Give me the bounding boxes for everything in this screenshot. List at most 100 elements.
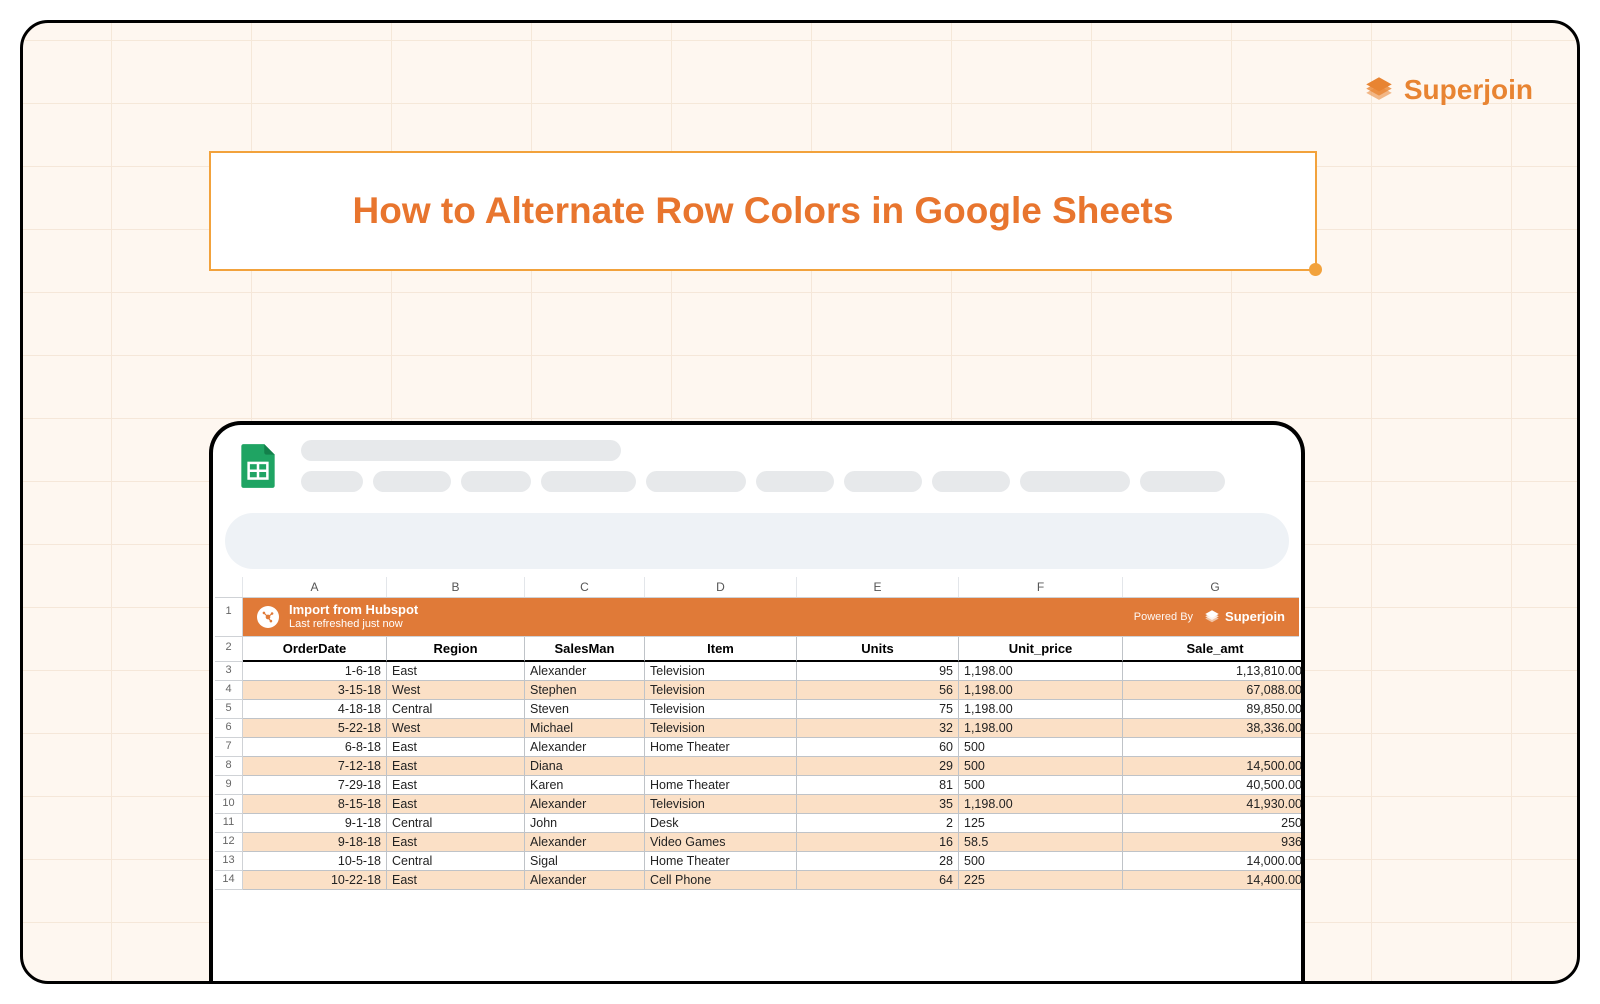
cell[interactable] <box>645 757 797 776</box>
cell[interactable]: Television <box>645 795 797 814</box>
cell[interactable]: 95 <box>797 662 959 681</box>
cell[interactable]: Home Theater <box>645 738 797 757</box>
cell[interactable]: 7-12-18 <box>243 757 387 776</box>
cell[interactable]: 1,198.00 <box>959 700 1123 719</box>
cell[interactable]: 89,850.00 <box>1123 700 1305 719</box>
row-number[interactable]: 10 <box>215 795 243 814</box>
cell[interactable]: 1,198.00 <box>959 662 1123 681</box>
cell[interactable]: 35 <box>797 795 959 814</box>
cell[interactable]: 125 <box>959 814 1123 833</box>
cell[interactable]: 4-18-18 <box>243 700 387 719</box>
column-header[interactable]: D <box>645 577 797 597</box>
cell[interactable]: Alexander <box>525 795 645 814</box>
cell[interactable]: 225 <box>959 871 1123 890</box>
cell[interactable]: 1,198.00 <box>959 795 1123 814</box>
cell[interactable]: Desk <box>645 814 797 833</box>
header-saleamt[interactable]: Sale_amt <box>1123 637 1305 662</box>
cell[interactable]: 500 <box>959 757 1123 776</box>
cell[interactable]: Alexander <box>525 738 645 757</box>
cell[interactable]: Television <box>645 700 797 719</box>
cell[interactable]: East <box>387 662 525 681</box>
cell[interactable]: 500 <box>959 852 1123 871</box>
column-header[interactable]: F <box>959 577 1123 597</box>
cell[interactable]: 64 <box>797 871 959 890</box>
row-number[interactable]: 14 <box>215 871 243 890</box>
cell[interactable]: 29 <box>797 757 959 776</box>
row-number[interactable]: 4 <box>215 681 243 700</box>
cell[interactable]: 14,000.00 <box>1123 852 1305 871</box>
cell[interactable]: 8-15-18 <box>243 795 387 814</box>
cell[interactable]: West <box>387 681 525 700</box>
cell[interactable]: John <box>525 814 645 833</box>
row-number[interactable]: 2 <box>215 637 243 662</box>
cell[interactable]: Television <box>645 719 797 738</box>
cell[interactable]: Diana <box>525 757 645 776</box>
cell[interactable]: East <box>387 738 525 757</box>
cell[interactable]: Sigal <box>525 852 645 871</box>
cell[interactable]: Television <box>645 681 797 700</box>
column-headers[interactable]: ABCDEFG <box>215 577 1299 598</box>
cell[interactable]: 10-5-18 <box>243 852 387 871</box>
cell[interactable]: 60 <box>797 738 959 757</box>
cell[interactable]: 28 <box>797 852 959 871</box>
header-units[interactable]: Units <box>797 637 959 662</box>
cell[interactable]: Steven <box>525 700 645 719</box>
cell[interactable]: Karen <box>525 776 645 795</box>
cell[interactable]: 14,500.00 <box>1123 757 1305 776</box>
cell[interactable]: 75 <box>797 700 959 719</box>
cell[interactable]: 3-15-18 <box>243 681 387 700</box>
cell[interactable]: Television <box>645 662 797 681</box>
cell[interactable]: East <box>387 871 525 890</box>
cell[interactable]: 6-8-18 <box>243 738 387 757</box>
header-region[interactable]: Region <box>387 637 525 662</box>
cell[interactable]: 56 <box>797 681 959 700</box>
cell[interactable]: 500 <box>959 738 1123 757</box>
row-number[interactable]: 11 <box>215 814 243 833</box>
cell[interactable]: East <box>387 795 525 814</box>
cell[interactable]: Cell Phone <box>645 871 797 890</box>
row-number[interactable]: 1 <box>215 598 243 637</box>
cell[interactable]: 81 <box>797 776 959 795</box>
cell[interactable]: Alexander <box>525 833 645 852</box>
cell[interactable]: 38,336.00 <box>1123 719 1305 738</box>
cell[interactable]: 936 <box>1123 833 1305 852</box>
cell[interactable]: Home Theater <box>645 776 797 795</box>
cell[interactable]: Home Theater <box>645 852 797 871</box>
row-number[interactable]: 5 <box>215 700 243 719</box>
cell[interactable]: Alexander <box>525 871 645 890</box>
cell[interactable]: 1,13,810.00 <box>1123 662 1305 681</box>
row-number[interactable]: 3 <box>215 662 243 681</box>
cell[interactable]: Alexander <box>525 662 645 681</box>
cell[interactable]: 14,400.00 <box>1123 871 1305 890</box>
header-unitprice[interactable]: Unit_price <box>959 637 1123 662</box>
spreadsheet-grid[interactable]: ABCDEFG 1 Import from Hubspot Last refre… <box>213 577 1301 890</box>
cell[interactable]: 250 <box>1123 814 1305 833</box>
row-number[interactable]: 12 <box>215 833 243 852</box>
cell[interactable]: Central <box>387 700 525 719</box>
column-header[interactable]: B <box>387 577 525 597</box>
cell[interactable]: 9-1-18 <box>243 814 387 833</box>
header-item[interactable]: Item <box>645 637 797 662</box>
row-number[interactable]: 6 <box>215 719 243 738</box>
cell[interactable]: East <box>387 776 525 795</box>
cell[interactable]: Video Games <box>645 833 797 852</box>
cell[interactable]: 58.5 <box>959 833 1123 852</box>
cell[interactable]: West <box>387 719 525 738</box>
row-number[interactable]: 13 <box>215 852 243 871</box>
cell[interactable]: East <box>387 757 525 776</box>
cell[interactable]: 9-18-18 <box>243 833 387 852</box>
column-header[interactable]: C <box>525 577 645 597</box>
cell[interactable]: 1,198.00 <box>959 719 1123 738</box>
selection-handle[interactable] <box>1309 263 1322 276</box>
row-number[interactable]: 9 <box>215 776 243 795</box>
header-orderdate[interactable]: OrderDate <box>243 637 387 662</box>
cell[interactable]: Stephen <box>525 681 645 700</box>
row-number[interactable]: 8 <box>215 757 243 776</box>
cell[interactable]: 2 <box>797 814 959 833</box>
column-header[interactable]: A <box>243 577 387 597</box>
cell[interactable]: 16 <box>797 833 959 852</box>
cell[interactable]: 32 <box>797 719 959 738</box>
cell[interactable] <box>1123 738 1305 757</box>
column-header[interactable]: G <box>1123 577 1305 597</box>
cell[interactable]: Central <box>387 852 525 871</box>
